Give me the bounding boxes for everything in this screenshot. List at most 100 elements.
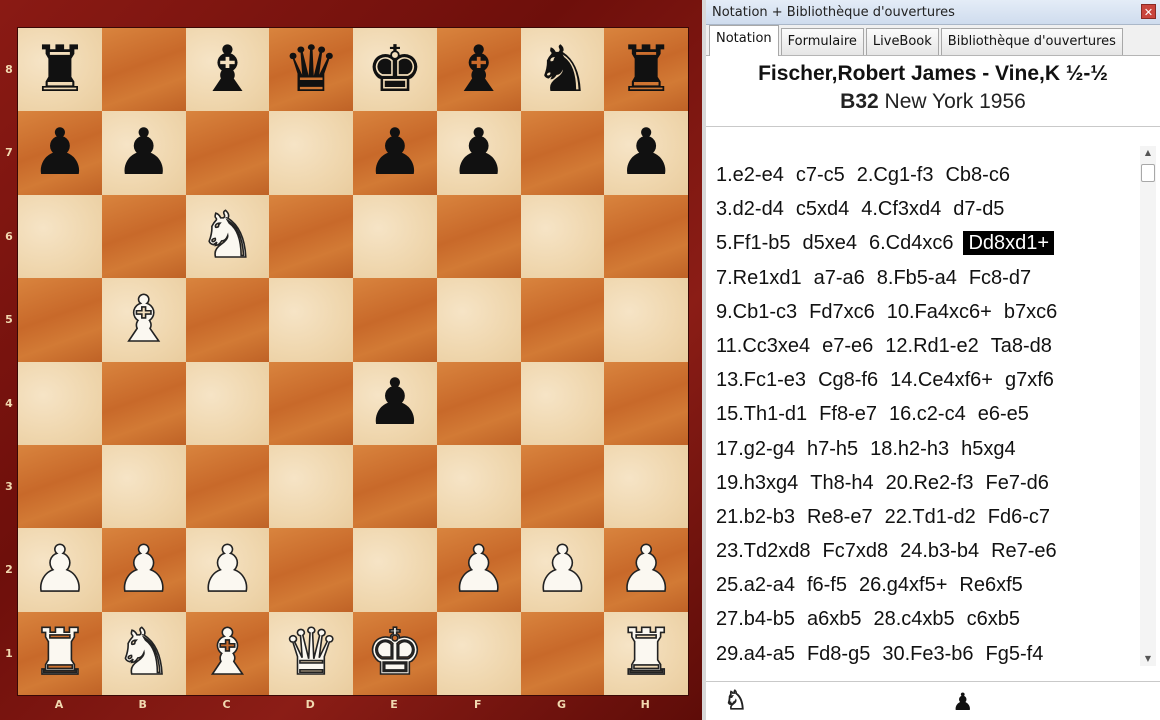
scroll-thumb[interactable] — [1141, 164, 1155, 182]
tab-notation[interactable]: Notation — [709, 25, 779, 56]
square-d8[interactable]: ♛ — [269, 28, 353, 112]
square-e2[interactable] — [353, 528, 437, 612]
black-pawn-icon[interactable]: ♟ — [617, 121, 674, 185]
move[interactable]: c5xd4 — [794, 198, 851, 220]
square-c1[interactable]: ♝ — [185, 611, 270, 695]
white-bishop-icon[interactable]: ♝ — [114, 287, 173, 353]
move[interactable]: Fc7xd8 — [821, 540, 891, 562]
white-pawn-icon[interactable]: ♟ — [198, 537, 257, 603]
move[interactable]: Fd7xc6 — [807, 301, 877, 323]
black-queen-icon[interactable]: ♛ — [282, 38, 339, 102]
pawn-icon[interactable]: ♟ — [952, 688, 974, 716]
move[interactable]: 2.Cg1-f3 — [855, 164, 936, 186]
move[interactable]: 20.Re2-f3 — [884, 472, 976, 494]
square-e8[interactable]: ♚ — [353, 28, 437, 112]
square-e5[interactable] — [353, 278, 437, 362]
square-f6[interactable] — [436, 194, 521, 279]
square-h6[interactable] — [604, 194, 688, 279]
square-b7[interactable]: ♟ — [101, 111, 186, 195]
move[interactable]: 21.b2-b3 — [714, 506, 797, 528]
white-rook-icon[interactable]: ♜ — [617, 621, 676, 687]
black-pawn-icon[interactable]: ♟ — [31, 121, 88, 185]
move[interactable]: a6xb5 — [805, 608, 864, 630]
move[interactable]: Fd8-g5 — [805, 643, 872, 665]
square-h7[interactable]: ♟ — [604, 111, 688, 195]
square-a5[interactable] — [18, 278, 102, 362]
square-a7[interactable]: ♟ — [18, 111, 102, 195]
square-b6[interactable] — [101, 194, 186, 279]
square-f3[interactable] — [436, 444, 521, 529]
close-button[interactable]: ✕ — [1141, 4, 1156, 19]
square-a6[interactable] — [18, 194, 102, 279]
tab-formulaire[interactable]: Formulaire — [780, 28, 864, 55]
square-f2[interactable]: ♟ — [436, 528, 521, 612]
move[interactable]: 11.Cc3xe4 — [714, 335, 812, 357]
square-h4[interactable] — [604, 361, 688, 445]
scroll-down-icon[interactable]: ▼ — [1140, 652, 1156, 666]
move[interactable]: Th8-h4 — [808, 472, 875, 494]
knight-icon[interactable]: ♘ — [723, 685, 748, 716]
square-a4[interactable] — [18, 361, 102, 445]
move[interactable]: c6xb5 — [965, 608, 1022, 630]
square-c5[interactable] — [185, 278, 270, 362]
move[interactable]: 15.Th1-d1 — [714, 403, 809, 425]
move[interactable]: 13.Fc1-e3 — [714, 369, 808, 391]
square-e1[interactable]: ♚ — [353, 611, 437, 695]
square-g1[interactable] — [520, 611, 605, 695]
move[interactable]: 5.Ff1-b5 — [714, 232, 792, 254]
move[interactable]: g7xf6 — [1003, 369, 1056, 391]
white-pawn-icon[interactable]: ♟ — [617, 537, 676, 603]
square-d5[interactable] — [269, 278, 353, 362]
move[interactable]: e6-e5 — [976, 403, 1031, 425]
square-d2[interactable] — [269, 528, 353, 612]
square-e7[interactable]: ♟ — [353, 111, 437, 195]
square-h1[interactable]: ♜ — [604, 611, 688, 695]
square-d1[interactable]: ♛ — [269, 611, 353, 695]
white-bishop-icon[interactable]: ♝ — [198, 621, 257, 687]
black-pawn-icon[interactable]: ♟ — [450, 121, 507, 185]
move[interactable]: 7.Re1xd1 — [714, 267, 804, 289]
move[interactable]: Ff8-e7 — [817, 403, 879, 425]
move[interactable]: 28.c4xb5 — [871, 608, 956, 630]
square-a1[interactable]: ♜ — [18, 611, 102, 695]
square-b1[interactable]: ♞ — [101, 611, 186, 695]
white-knight-icon[interactable]: ♞ — [114, 621, 173, 687]
square-h5[interactable] — [604, 278, 688, 362]
square-h2[interactable]: ♟ — [604, 528, 688, 612]
square-h8[interactable]: ♜ — [604, 28, 688, 112]
black-knight-icon[interactable]: ♞ — [534, 38, 591, 102]
square-e3[interactable] — [353, 444, 437, 529]
black-pawn-icon[interactable]: ♟ — [366, 121, 423, 185]
square-b8[interactable] — [101, 28, 186, 112]
square-g7[interactable] — [520, 111, 605, 195]
move[interactable]: d7-d5 — [951, 198, 1006, 220]
square-h3[interactable] — [604, 444, 688, 529]
move[interactable]: Fd6-c7 — [986, 506, 1052, 528]
square-g3[interactable] — [520, 444, 605, 529]
move[interactable]: Fc8-d7 — [967, 267, 1033, 289]
square-e6[interactable] — [353, 194, 437, 279]
black-rook-icon[interactable]: ♜ — [31, 38, 88, 102]
move[interactable]: h7-h5 — [805, 438, 860, 460]
square-a8[interactable]: ♜ — [18, 28, 102, 112]
black-king-icon[interactable]: ♚ — [366, 38, 423, 102]
move[interactable]: Cg8-f6 — [816, 369, 880, 391]
square-f4[interactable] — [436, 361, 521, 445]
square-g6[interactable] — [520, 194, 605, 279]
white-knight-icon[interactable]: ♞ — [198, 204, 257, 270]
move[interactable]: 17.g2-g4 — [714, 438, 797, 460]
square-d4[interactable] — [269, 361, 353, 445]
move[interactable]: b7xc6 — [1002, 301, 1059, 323]
move[interactable]: 27.b4-b5 — [714, 608, 797, 630]
move[interactable]: 19.h3xg4 — [714, 472, 800, 494]
square-c2[interactable]: ♟ — [185, 528, 270, 612]
square-g5[interactable] — [520, 278, 605, 362]
square-b2[interactable]: ♟ — [101, 528, 186, 612]
move[interactable]: a7-a6 — [812, 267, 867, 289]
square-c7[interactable] — [185, 111, 270, 195]
current-move[interactable]: Dd8xd1+ — [963, 231, 1055, 256]
square-f1[interactable] — [436, 611, 521, 695]
chess-board[interactable]: ♜ ♝ ♛ ♚ ♝ ♞ ♜ ♟ ♟ ♟ ♟ ♟ ♞ ♝ ♟ ♟ ♟ ♟ ♟ ♟ ♟ ♜ ♞ ♝ ♛ ♚ ♜ — [17, 27, 689, 696]
move[interactable]: 23.Td2xd8 — [714, 540, 813, 562]
move[interactable]: Re8-e7 — [805, 506, 875, 528]
